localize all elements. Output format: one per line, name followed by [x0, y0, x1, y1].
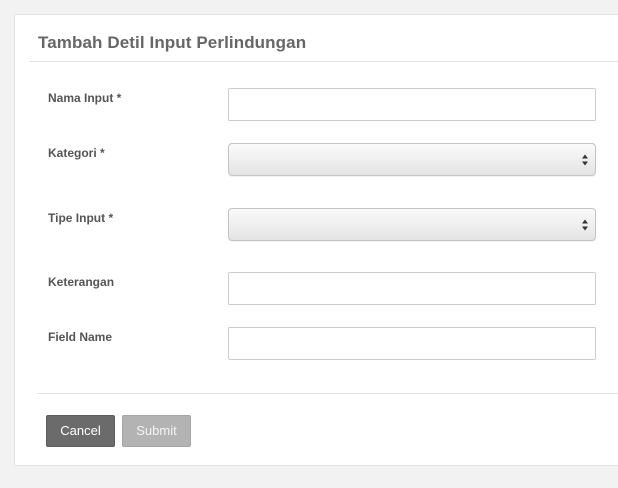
nama-input-label: Nama Input * — [48, 91, 122, 105]
tipe-input-label: Tipe Input * — [48, 211, 114, 225]
cancel-button[interactable]: Cancel — [46, 415, 115, 447]
tipe-input-select[interactable] — [228, 208, 596, 241]
nama-input-field[interactable] — [228, 88, 596, 121]
keterangan-field[interactable] — [228, 272, 596, 305]
title-divider — [29, 61, 618, 62]
form-title: Tambah Detil Input Perlindungan — [38, 33, 307, 52]
updown-chevron-icon — [582, 219, 588, 231]
form-panel: Tambah Detil Input Perlindungan Nama Inp… — [14, 14, 618, 466]
actions-divider — [37, 393, 618, 394]
kategori-label: Kategori * — [48, 146, 105, 160]
kategori-select[interactable] — [228, 143, 596, 176]
keterangan-label: Keterangan — [48, 275, 115, 289]
field-name-label: Field Name — [48, 330, 113, 344]
updown-chevron-icon — [582, 154, 588, 166]
field-name-field[interactable] — [228, 327, 596, 360]
submit-button[interactable]: Submit — [122, 415, 191, 447]
